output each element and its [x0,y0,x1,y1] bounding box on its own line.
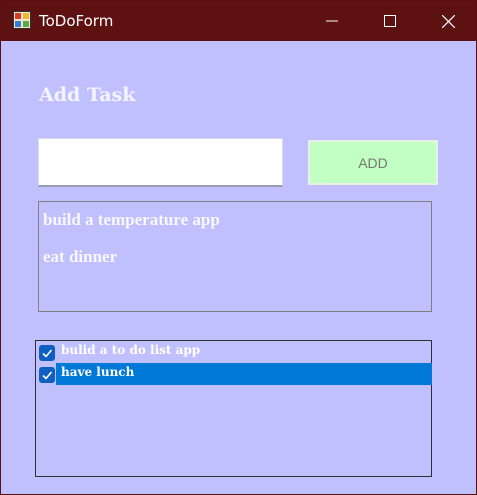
minimize-button[interactable] [303,1,361,41]
checkmark-icon [42,349,53,358]
add-task-heading: Add Task [39,84,136,106]
completed-item-label: bulid a to do list app [61,343,201,357]
task-list[interactable]: build a temperature app eat dinner [38,201,432,312]
todo-form-window: ToDoForm Add Task ADD build a temperatur… [0,0,477,495]
close-button[interactable] [419,1,477,41]
checkbox-checked[interactable] [39,367,55,383]
checkbox-checked[interactable] [39,345,55,361]
maximize-button[interactable] [361,1,419,41]
checkmark-icon [42,371,53,380]
minimize-icon [326,20,338,22]
window-title: ToDoForm [39,12,114,30]
form-app-icon[interactable] [13,11,31,29]
title-bar[interactable]: ToDoForm [1,1,476,41]
maximize-icon [384,15,396,27]
task-list-item[interactable]: eat dinner [43,247,117,267]
task-list-item[interactable]: build a temperature app [43,210,220,230]
close-icon [441,14,455,28]
completed-item-label: have lunch [61,365,135,379]
completed-checklist[interactable]: bulid a to do list app have lunch [35,340,432,477]
completed-item-label-area[interactable]: bulid a to do list app [56,341,432,363]
task-input[interactable] [38,138,283,187]
completed-item-selected[interactable]: have lunch [37,363,432,385]
add-button[interactable]: ADD [308,140,438,185]
completed-item-label-area[interactable]: have lunch [56,363,432,385]
completed-item[interactable]: bulid a to do list app [37,341,431,363]
